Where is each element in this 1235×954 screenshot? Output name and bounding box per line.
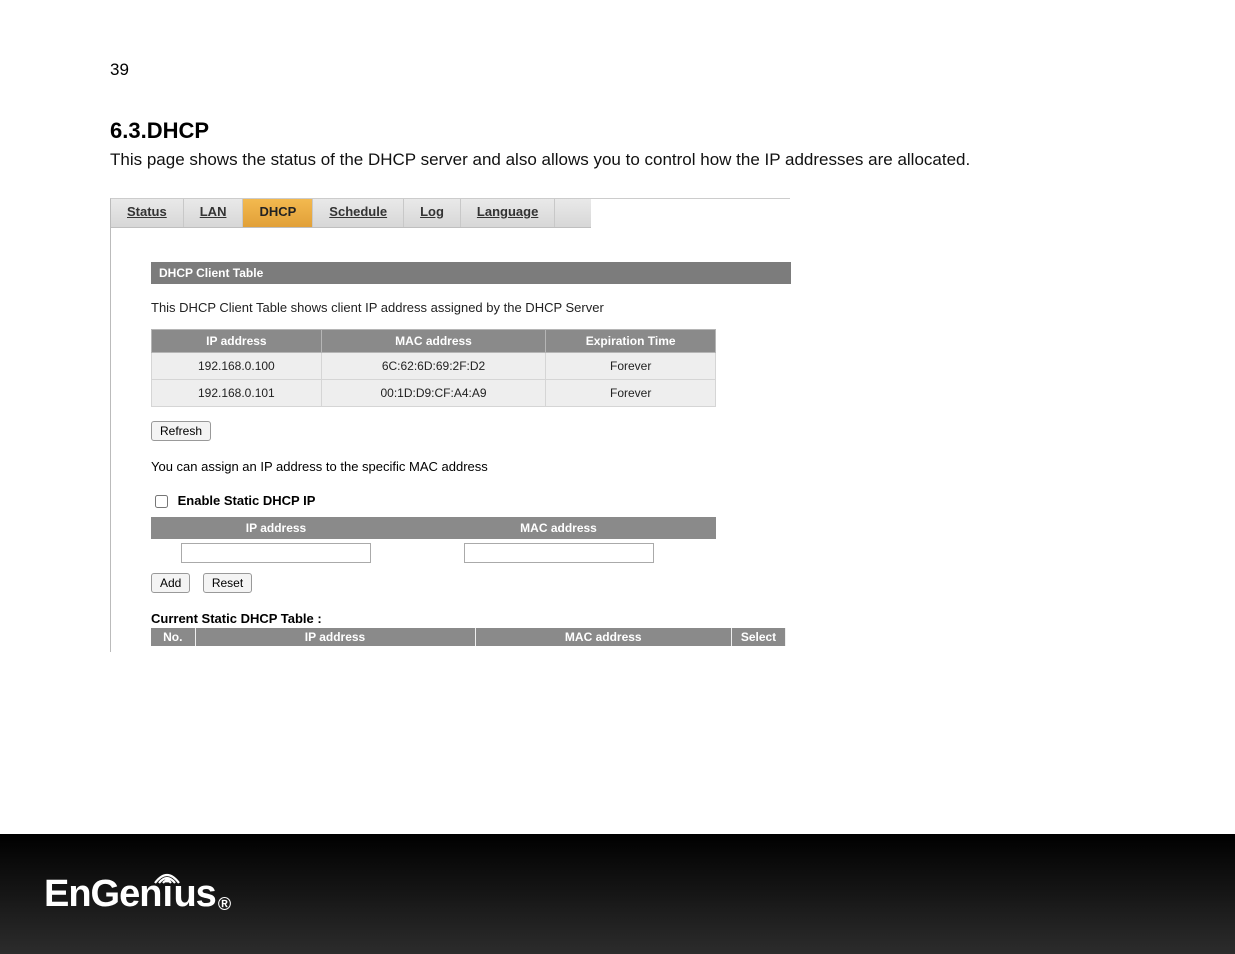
router-admin-panel: Status LAN DHCP Schedule Log Language DH… xyxy=(110,198,790,652)
tab-bar: Status LAN DHCP Schedule Log Language xyxy=(111,199,591,228)
tab-language[interactable]: Language xyxy=(461,199,555,227)
section-number: 6.3. xyxy=(110,118,147,143)
cell-mac: 00:1D:D9:CF:A4:A9 xyxy=(321,380,546,407)
reset-button[interactable]: Reset xyxy=(203,573,252,593)
engenius-logo: EnGen ius® xyxy=(44,875,230,913)
refresh-button[interactable]: Refresh xyxy=(151,421,211,441)
table-row: 192.168.0.100 6C:62:6D:69:2F:D2 Forever xyxy=(152,353,716,380)
tab-schedule[interactable]: Schedule xyxy=(313,199,404,227)
add-button[interactable]: Add xyxy=(151,573,190,593)
registered-icon: ® xyxy=(218,895,230,913)
static-dhcp-input-table: IP address MAC address xyxy=(151,517,716,567)
enable-static-dhcp-checkbox[interactable] xyxy=(155,495,168,508)
cell-exp: Forever xyxy=(546,353,716,380)
tab-status[interactable]: Status xyxy=(111,199,184,227)
tab-dhcp[interactable]: DHCP xyxy=(243,199,313,227)
col-ip: IP address xyxy=(151,517,401,539)
enable-static-dhcp-label: Enable Static DHCP IP xyxy=(178,493,316,508)
tab-lan[interactable]: LAN xyxy=(184,199,244,227)
col-select: Select xyxy=(732,628,786,646)
tab-log[interactable]: Log xyxy=(404,199,461,227)
static-ip-input[interactable] xyxy=(181,543,371,563)
col-mac: MAC address xyxy=(475,628,732,646)
table-row xyxy=(151,539,716,567)
section-heading: 6.3.DHCP xyxy=(110,118,1125,144)
cell-mac: 6C:62:6D:69:2F:D2 xyxy=(321,353,546,380)
static-mac-input[interactable] xyxy=(464,543,654,563)
section-title-text: DHCP xyxy=(147,118,209,143)
cell-ip: 192.168.0.101 xyxy=(152,380,322,407)
page-footer: EnGen ius® xyxy=(0,834,1235,954)
dhcp-client-table: IP address MAC address Expiration Time 1… xyxy=(151,329,716,407)
cell-ip: 192.168.0.100 xyxy=(152,353,322,380)
current-static-dhcp-table: No. IP address MAC address Select xyxy=(151,628,786,646)
col-exp: Expiration Time xyxy=(546,330,716,353)
section-intro: This page shows the status of the DHCP s… xyxy=(110,150,1125,170)
logo-text-a: EnGen xyxy=(44,875,161,913)
current-static-title: Current Static DHCP Table : xyxy=(151,611,791,626)
cell-exp: Forever xyxy=(546,380,716,407)
col-no: No. xyxy=(151,628,195,646)
assign-desc: You can assign an IP address to the spec… xyxy=(151,459,791,474)
col-ip: IP address xyxy=(195,628,475,646)
col-mac: MAC address xyxy=(401,517,716,539)
dhcp-client-table-header: DHCP Client Table xyxy=(151,262,791,284)
page-number: 39 xyxy=(110,60,1125,80)
col-ip: IP address xyxy=(152,330,322,353)
wifi-icon: i xyxy=(162,875,172,913)
table-row: 192.168.0.101 00:1D:D9:CF:A4:A9 Forever xyxy=(152,380,716,407)
col-mac: MAC address xyxy=(321,330,546,353)
dhcp-client-table-desc: This DHCP Client Table shows client IP a… xyxy=(151,300,791,315)
